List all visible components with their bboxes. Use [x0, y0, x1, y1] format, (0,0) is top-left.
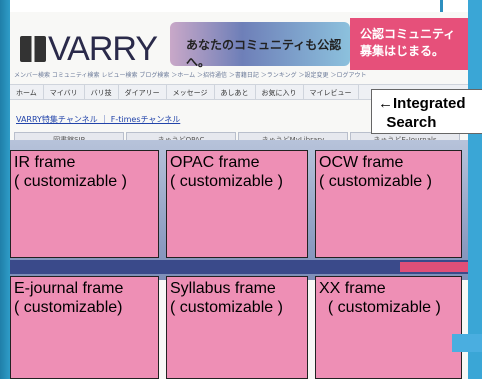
official-community-banner[interactable]: 公認コミュニティ 募集はじまる。: [350, 18, 468, 70]
syllabus-frame-label: Syllabus frame ( customizable ): [170, 280, 283, 316]
top-link-row[interactable]: メンバー検索 コミュニティ検索 レビュー検索 ブログ検索 ＞ホーム ＞招待通信 …: [10, 70, 468, 83]
nav-item-mybari[interactable]: マイバリ: [44, 85, 85, 99]
nav-item-footprints[interactable]: あしあと: [215, 85, 256, 99]
integrated-search-box[interactable]: ←Integrated Search: [371, 89, 482, 134]
xx-frame[interactable]: XX frame ( customizable ): [315, 276, 462, 379]
syllabus-frame[interactable]: Syllabus frame ( customizable ): [166, 276, 308, 379]
ir-frame-label: IR frame ( customizable ): [14, 154, 127, 190]
logo-mark-icon: [20, 36, 46, 62]
banner-text: あなたのコミュニティも公認へ。: [186, 38, 342, 69]
community-banner[interactable]: あなたのコミュニティも公認へ。: [170, 22, 350, 69]
ejournal-frame[interactable]: E-journal frame ( customizable): [10, 276, 159, 379]
nav-item-favorites[interactable]: お気に入り: [256, 85, 304, 99]
ir-frame[interactable]: IR frame ( customizable ): [10, 150, 159, 258]
nav-item-myreview[interactable]: マイレビュー: [304, 85, 359, 99]
channel-links[interactable]: VARRY特集チャンネル ｜ F-timesチャンネル: [16, 114, 180, 125]
integrated-search-label: ←Integrated Search: [378, 95, 466, 131]
nav-item-diary[interactable]: ダイアリー: [119, 85, 167, 99]
logo-text: VARRY: [48, 30, 158, 68]
corner-accent-bar: [452, 334, 482, 352]
nav-item-baritech[interactable]: バリ技: [85, 85, 119, 99]
banner2-text: 公認コミュニティ 募集はじまる。: [360, 27, 456, 58]
xx-frame-label: XX frame ( customizable ): [319, 280, 441, 316]
lower-banner-accent: [400, 262, 468, 272]
ejournal-frame-label: E-journal frame ( customizable): [14, 280, 124, 316]
opac-frame[interactable]: OPAC frame ( customizable ): [166, 150, 308, 258]
nav-item-home[interactable]: ホーム: [10, 85, 44, 99]
ocw-frame-label: OCW frame ( customizable ): [319, 154, 432, 190]
ocw-frame[interactable]: OCW frame ( customizable ): [315, 150, 462, 258]
site-logo[interactable]: VARRY: [20, 30, 158, 69]
nav-item-message[interactable]: メッセージ: [167, 85, 215, 99]
opac-frame-label: OPAC frame ( customizable ): [170, 154, 283, 190]
